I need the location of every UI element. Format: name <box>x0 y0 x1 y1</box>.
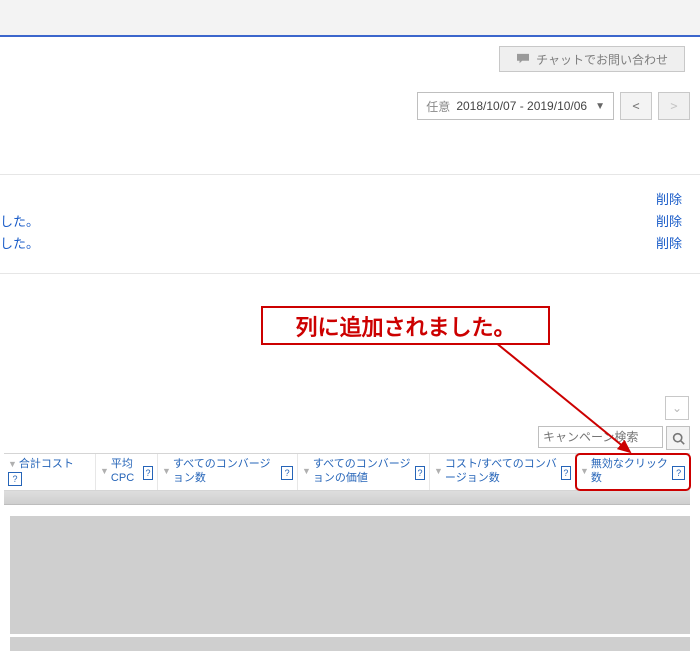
notification-text: した。 <box>0 211 39 233</box>
help-icon[interactable]: ? <box>415 466 425 480</box>
help-icon[interactable]: ? <box>143 466 153 480</box>
search-icon <box>672 432 685 445</box>
chat-icon <box>516 53 530 65</box>
chat-button-label: チャットでお問い合わせ <box>536 51 668 68</box>
date-range-row: 任意 2018/10/07 - 2019/10/06 ▼ < > <box>417 92 690 120</box>
notification-text: した。 <box>0 233 39 255</box>
chat-support-button[interactable]: チャットでお問い合わせ <box>499 46 685 72</box>
sort-icon: ▼ <box>434 466 443 477</box>
sort-icon: ▼ <box>302 466 311 477</box>
sort-icon: ▼ <box>580 466 589 477</box>
notification-row: した。 削除 <box>0 233 682 255</box>
date-range-selector[interactable]: 任意 2018/10/07 - 2019/10/06 ▼ <box>417 92 614 120</box>
annotation-callout: 列に追加されました。 <box>261 306 550 345</box>
help-icon[interactable]: ? <box>8 472 22 486</box>
grid-summary-row <box>4 491 690 505</box>
column-label: コスト/すべてのコンバージョン数 <box>445 458 559 486</box>
date-next-button[interactable]: > <box>658 92 690 120</box>
sort-icon: ▼ <box>100 466 109 477</box>
help-icon[interactable]: ? <box>561 466 571 480</box>
notification-delete-link[interactable]: 削除 <box>656 189 682 211</box>
help-icon[interactable]: ? <box>281 466 293 480</box>
column-label: 無効なクリック数 <box>591 458 670 486</box>
date-range-text: 2018/10/07 - 2019/10/06 <box>456 99 587 113</box>
sort-icon: ▼ <box>8 459 17 470</box>
column-header-all-conversion-value[interactable]: ▼ すべてのコンバージョンの価値 ? <box>298 454 430 490</box>
data-grid: ▼ 合計コスト ? ▼ 平均CPC ? ▼ すべてのコンバージョン数 ? ▼ す… <box>4 453 690 642</box>
notification-row: 削除 <box>0 189 682 211</box>
grid-gap <box>4 505 690 516</box>
notification-delete-link[interactable]: 削除 <box>656 211 682 233</box>
date-prev-button[interactable]: < <box>620 92 652 120</box>
notification-delete-link[interactable]: 削除 <box>656 233 682 255</box>
expand-panel-button[interactable]: ⌄ <box>665 396 689 420</box>
column-label: 平均CPC <box>111 458 141 486</box>
top-strip <box>0 0 700 37</box>
grid-header: ▼ 合計コスト ? ▼ 平均CPC ? ▼ すべてのコンバージョン数 ? ▼ す… <box>4 453 690 491</box>
column-label: すべてのコンバージョン数 <box>173 458 279 486</box>
notification-row: した。 削除 <box>0 211 682 233</box>
chevron-down-icon: ⌄ <box>672 401 682 415</box>
column-header-invalid-clicks[interactable]: ▼ 無効なクリック数 ? <box>576 454 690 490</box>
column-header-avg-cpc[interactable]: ▼ 平均CPC ? <box>96 454 158 490</box>
sort-icon: ▼ <box>162 466 171 477</box>
column-header-cost-per-all-conversion[interactable]: ▼ コスト/すべてのコンバージョン数 ? <box>430 454 576 490</box>
column-header-all-conversions[interactable]: ▼ すべてのコンバージョン数 ? <box>158 454 298 490</box>
annotation-text: 列に追加されました。 <box>295 310 515 342</box>
grid-body <box>4 491 690 651</box>
column-header-total-cost[interactable]: ▼ 合計コスト ? <box>4 454 96 490</box>
date-range-prefix: 任意 <box>426 98 450 115</box>
column-label: すべてのコンバージョンの価値 <box>313 458 413 486</box>
table-row[interactable] <box>10 637 690 651</box>
column-label: 合計コスト <box>19 458 74 472</box>
search-row <box>538 426 690 450</box>
campaign-search-button[interactable] <box>666 426 690 450</box>
chevron-down-icon: ▼ <box>595 101 605 112</box>
notification-list: 削除 した。 削除 した。 削除 <box>0 174 700 274</box>
table-row[interactable] <box>10 516 690 637</box>
help-icon[interactable]: ? <box>672 466 685 480</box>
campaign-search-input[interactable] <box>538 426 663 448</box>
